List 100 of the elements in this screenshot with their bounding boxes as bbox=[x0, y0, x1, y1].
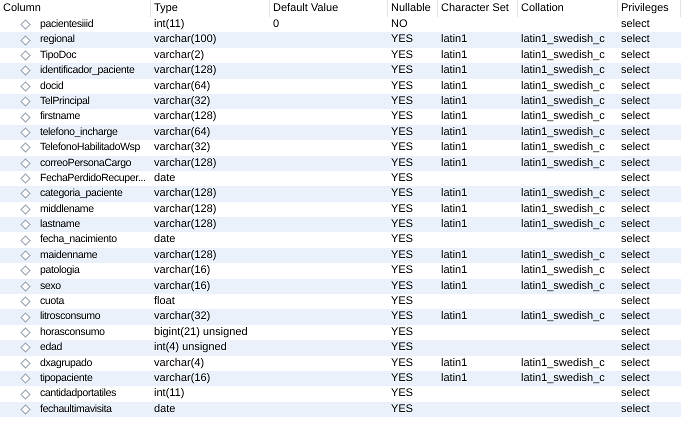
privileges-cell-text: select bbox=[620, 32, 651, 48]
nullable-cell-text: YES bbox=[390, 186, 414, 202]
table-row[interactable]: sexo varchar(16) YES latin1 latin1_swedish_c select bbox=[0, 278, 681, 294]
column-header[interactable]: Character Set bbox=[438, 0, 518, 17]
charset-cell-text: latin1 bbox=[440, 356, 468, 371]
privileges-cell-text: select bbox=[620, 124, 651, 140]
table-row[interactable]: fecha_nacimiento date YES select bbox=[0, 232, 681, 248]
nullable-cell-text: YES bbox=[390, 340, 414, 356]
table-row[interactable]: TelPrincipal varchar(32) YES latin1 latin1_swedish_c select bbox=[0, 94, 681, 110]
table-row[interactable]: telefono_incharge varchar(64) YES latin1 latin1_swedish_c select bbox=[0, 124, 681, 140]
type-cell-text: varchar(32) bbox=[153, 140, 212, 156]
table-row[interactable]: litrosconsumo varchar(32) YES latin1 latin1_swedish_c select bbox=[0, 309, 681, 325]
type-cell-text: varchar(64) bbox=[153, 124, 212, 140]
charset-cell-text: latin1 bbox=[440, 63, 468, 78]
privileges-cell-text: select bbox=[620, 294, 651, 310]
column-name-cell-text: TelPrincipal bbox=[40, 94, 90, 109]
charset-cell-text: latin1 bbox=[440, 94, 468, 109]
column-header[interactable]: Column bbox=[0, 0, 151, 17]
column-name-cell-text: tipopaciente bbox=[40, 370, 92, 386]
nullable-cell-text: YES bbox=[390, 248, 414, 263]
table-row[interactable]: dxagrupado varchar(4) YES latin1 latin1_swedish_c select bbox=[0, 356, 681, 371]
charset-cell-text: latin1 bbox=[440, 202, 468, 217]
nullable-cell-text: YES bbox=[390, 232, 414, 248]
charset-cell-text: latin1 bbox=[440, 278, 468, 294]
table-row[interactable]: cuota float YES select bbox=[0, 294, 681, 310]
nullable-cell-text: YES bbox=[390, 32, 414, 48]
table-row[interactable]: edad int(4) unsigned YES select bbox=[0, 340, 681, 356]
column-name-cell-text: edad bbox=[40, 340, 62, 356]
nullable-cell-text: NO bbox=[390, 17, 408, 32]
charset-cell-text: latin1 bbox=[440, 48, 468, 63]
column-name-cell-text: patologia bbox=[40, 263, 80, 278]
column-header[interactable]: Collation bbox=[518, 0, 618, 17]
nullable-cell-text: YES bbox=[390, 217, 414, 232]
column-name-cell-text: cantidadportatiles bbox=[40, 386, 116, 402]
table-row[interactable]: horasconsumo bigint(21) unsigned YES select bbox=[0, 324, 681, 340]
table-row[interactable]: identificador_paciente varchar(128) YES latin1 latin1_swedish_c select bbox=[0, 63, 681, 79]
type-cell-text: varchar(16) bbox=[153, 370, 212, 386]
nullable-cell-text: YES bbox=[390, 63, 414, 78]
charset-cell-text: latin1 bbox=[440, 124, 468, 140]
table-row[interactable]: maidenname varchar(128) YES latin1 latin1_swedish_c select bbox=[0, 248, 681, 264]
table-row[interactable]: FechaPerdidoRecuper... date YES select bbox=[0, 170, 681, 186]
column-header[interactable]: Nullable bbox=[388, 0, 438, 17]
table-row[interactable]: tipopaciente varchar(16) YES latin1 latin1_swedish_c select bbox=[0, 370, 681, 386]
privileges-cell-text: select bbox=[620, 340, 651, 356]
table-row[interactable]: categoria_paciente varchar(128) YES latin1 latin1_swedish_c select bbox=[0, 186, 681, 202]
charset-cell-text: latin1 bbox=[440, 263, 468, 278]
column-name-cell-text: TipoDoc bbox=[40, 48, 76, 63]
column-name-cell: dxagrupado bbox=[40, 356, 92, 371]
column-name-cell-text: litrosconsumo bbox=[40, 309, 100, 324]
diamond-icon bbox=[20, 34, 31, 46]
type-cell-text: varchar(32) bbox=[153, 94, 212, 109]
column-name-cell: docid bbox=[40, 78, 64, 94]
nullable-cell-text: YES bbox=[390, 170, 414, 186]
column-header[interactable]: Privileges bbox=[618, 0, 681, 17]
nullable-cell-text: YES bbox=[390, 356, 414, 371]
collation-cell-text: latin1_swedish_c bbox=[520, 48, 606, 63]
table-row[interactable]: regional varchar(100) YES latin1 latin1_swedish_c select bbox=[0, 32, 681, 48]
nullable-cell-text: YES bbox=[390, 78, 414, 94]
charset-cell-text: latin1 bbox=[440, 186, 468, 202]
table-row[interactable]: TipoDoc varchar(2) YES latin1 latin1_swedish_c select bbox=[0, 48, 681, 64]
table-row[interactable]: pacientesiiid int(11) 0 NO select bbox=[0, 17, 681, 32]
nullable-cell-text: YES bbox=[390, 370, 414, 386]
privileges-cell-text: select bbox=[620, 17, 651, 32]
table-row[interactable]: patologia varchar(16) YES latin1 latin1_swedish_c select bbox=[0, 263, 681, 279]
table-row[interactable]: TelefonoHabilitadoWsp varchar(32) YES latin1 latin1_swedish_c select bbox=[0, 140, 681, 156]
nullable-cell-text: YES bbox=[390, 109, 414, 124]
column-header[interactable]: Default Value bbox=[270, 0, 388, 17]
column-name-cell-text: fechaultimavisita bbox=[40, 402, 112, 417]
nullable-cell-text: YES bbox=[390, 386, 414, 402]
table-row[interactable]: docid varchar(64) YES latin1 latin1_swedish_c select bbox=[0, 78, 681, 94]
collation-cell-text: latin1_swedish_c bbox=[520, 124, 606, 140]
type-cell-text: varchar(128) bbox=[153, 63, 218, 78]
table-row[interactable]: correoPersonaCargo varchar(128) YES latin1 latin1_swedish_c select bbox=[0, 156, 681, 171]
privileges-cell-text: select bbox=[620, 63, 651, 78]
type-cell-text: bigint(21) unsigned bbox=[153, 324, 249, 340]
column-header[interactable]: Type bbox=[151, 0, 270, 17]
type-cell-text: date bbox=[153, 232, 176, 248]
column-name-cell-text: pacientesiiid bbox=[40, 17, 94, 32]
table-row[interactable]: middlename varchar(128) YES latin1 latin1_swedish_c select bbox=[0, 202, 681, 218]
table-row[interactable]: firstname varchar(128) YES latin1 latin1_swedish_c select bbox=[0, 109, 681, 125]
table-row[interactable]: fechaultimavisita date YES select bbox=[0, 402, 681, 418]
table-row[interactable]: cantidadportatiles int(11) YES select bbox=[0, 386, 681, 402]
collation-cell-text: latin1_swedish_c bbox=[520, 370, 606, 386]
diamond-icon bbox=[20, 173, 31, 184]
nullable-cell-text: YES bbox=[390, 124, 414, 140]
charset-cell-text: latin1 bbox=[440, 109, 468, 124]
nullable-cell-text: YES bbox=[390, 156, 414, 171]
collation-cell-text: latin1_swedish_c bbox=[520, 356, 606, 371]
column-name-cell-text: horasconsumo bbox=[40, 324, 105, 340]
diamond-icon bbox=[20, 142, 31, 154]
column-name-cell-text: middlename bbox=[40, 202, 94, 217]
column-name-cell-text: telefono_incharge bbox=[40, 124, 118, 140]
diamond-icon bbox=[20, 312, 31, 323]
nullable-cell-text: YES bbox=[390, 94, 414, 109]
privileges-cell-text: select bbox=[620, 78, 651, 94]
privileges-cell-text: select bbox=[620, 156, 651, 171]
privileges-cell-text: select bbox=[620, 278, 651, 294]
table-row[interactable]: lastname varchar(128) YES latin1 latin1_swedish_c select bbox=[0, 217, 681, 232]
type-cell-text: int(11) bbox=[153, 386, 186, 402]
type-cell-text: varchar(64) bbox=[153, 78, 212, 94]
